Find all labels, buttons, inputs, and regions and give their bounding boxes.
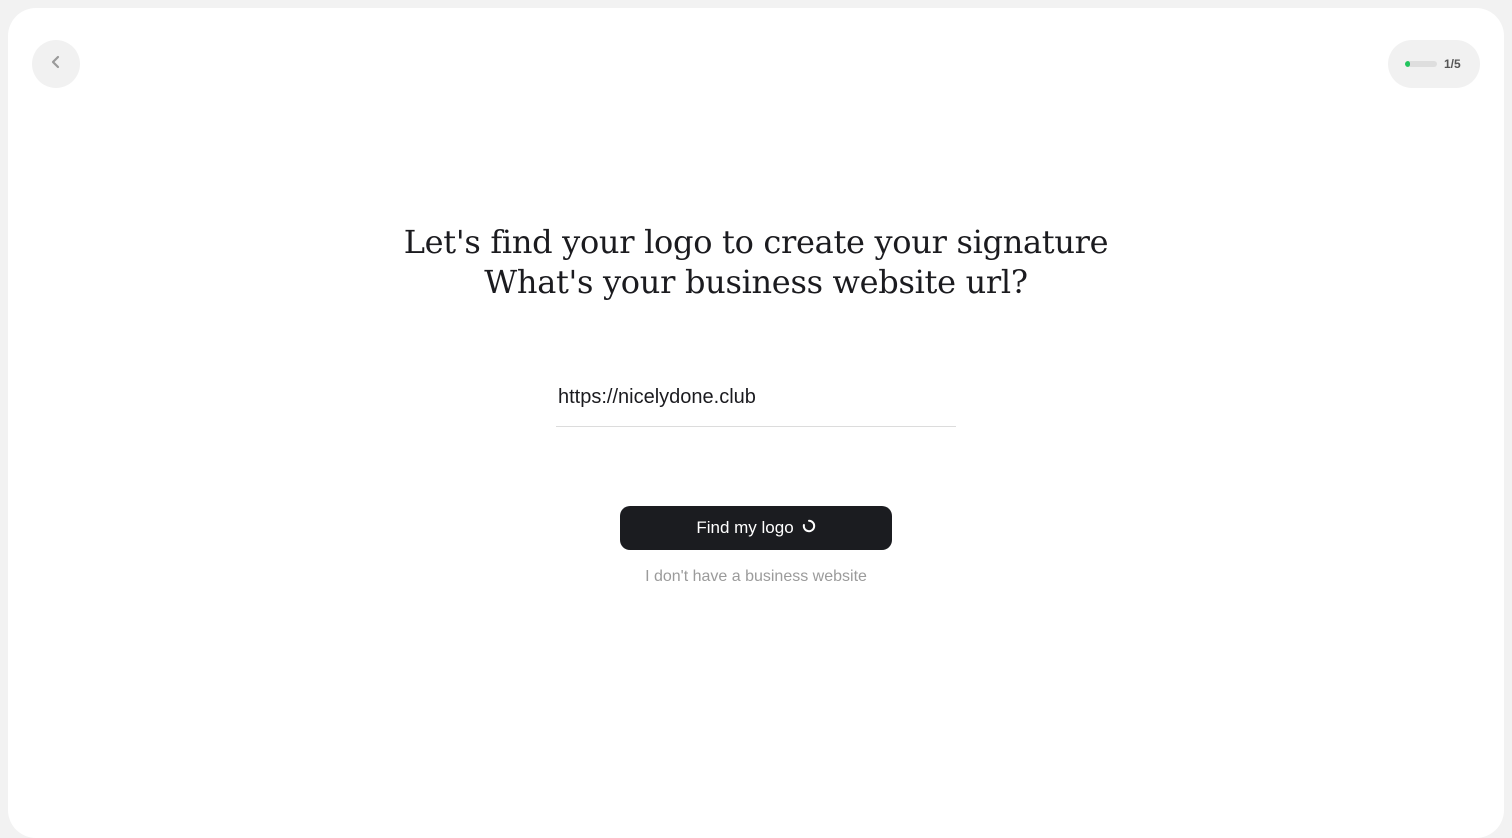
website-url-field: [556, 378, 956, 427]
progress-bar: [1405, 61, 1437, 67]
website-url-input[interactable]: [556, 378, 956, 416]
progress-bar-fill: [1405, 61, 1410, 67]
find-my-logo-button[interactable]: Find my logo: [620, 506, 892, 550]
page-title-line-1: Let's find your logo to create your sign…: [403, 223, 1109, 261]
spinner-icon: [802, 518, 816, 538]
page-title-line-2: What's your business website url?: [484, 263, 1028, 301]
find-my-logo-label: Find my logo: [696, 518, 794, 537]
no-website-link[interactable]: I don't have a business website: [645, 568, 867, 585]
page-title: Let's find your logo to create your sign…: [0, 222, 1512, 302]
chevron-left-icon: [49, 55, 63, 74]
step-progress: 1/5: [1388, 40, 1480, 88]
progress-step-label: 1/5: [1444, 57, 1461, 71]
no-website-link-row: I don't have a business website: [0, 568, 1512, 586]
back-button[interactable]: [32, 40, 80, 88]
